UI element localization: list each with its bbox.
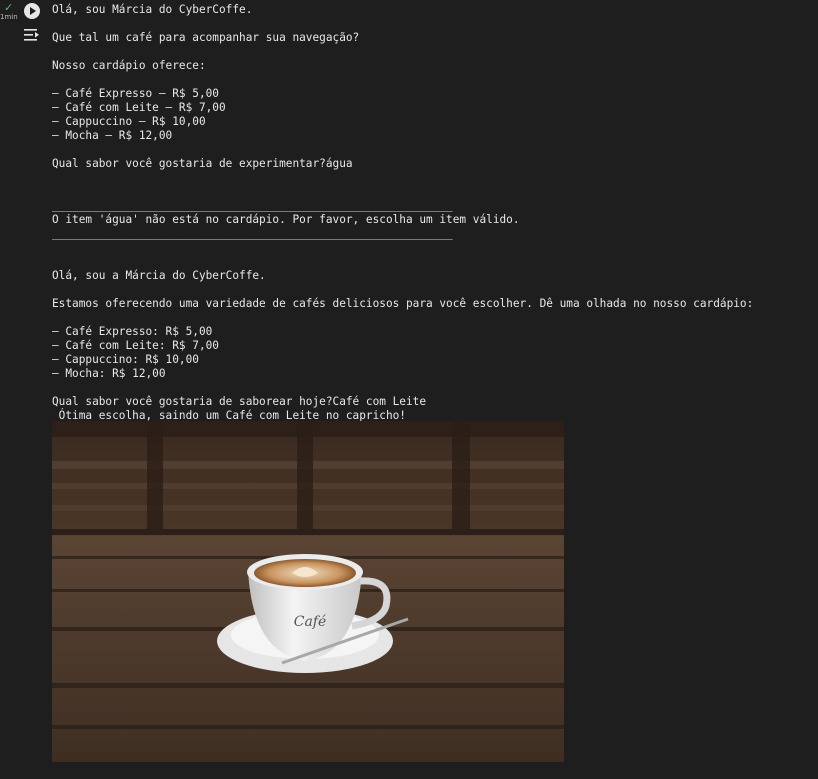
execution-time: 1min [0,13,18,21]
output-line: – Café com Leite: R$ 7,00 [52,339,219,352]
cup-brand-text: Café [294,614,327,630]
output-line: Qual sabor você gostaria de saborear hoj… [52,395,427,408]
output-line: Que tal um café para acompanhar sua nave… [52,31,360,44]
output-line: O item 'água' não está no cardápio. Por … [52,213,520,226]
output-line: ________________________________________… [52,227,453,240]
output-toggle-icon[interactable] [23,27,41,43]
coffee-cup-photo: Café [52,421,564,762]
output-line: Estamos oferecendo uma variedade de café… [52,297,754,310]
output-line: Olá, sou Márcia do CyberCoffe. [52,3,253,16]
run-cell-button[interactable] [24,3,40,19]
status-check-icon: ✓ [4,1,14,14]
output-line: ________________________________________… [52,199,453,212]
output-line: – Café com Leite – R$ 7,00 [52,101,226,114]
output-line: – Mocha: R$ 12,00 [52,367,166,380]
output-line: – Café Expresso: R$ 5,00 [52,325,213,338]
output-line: Qual sabor você gostaria de experimentar… [52,157,353,170]
output-line: Nosso cardápio oferece: [52,59,206,72]
output-line: Olá, sou a Márcia do CyberCoffe. [52,269,266,282]
cell-gutter: ✓ 1min [0,0,48,779]
output-line: – Café Expresso – R$ 5,00 [52,87,219,100]
output-line: – Cappuccino – R$ 10,00 [52,115,206,128]
output-line: – Cappuccino: R$ 10,00 [52,353,199,366]
output-line: – Mocha – R$ 12,00 [52,129,173,142]
cell-output: Olá, sou Márcia do CyberCoffe. Que tal um… [52,3,753,423]
